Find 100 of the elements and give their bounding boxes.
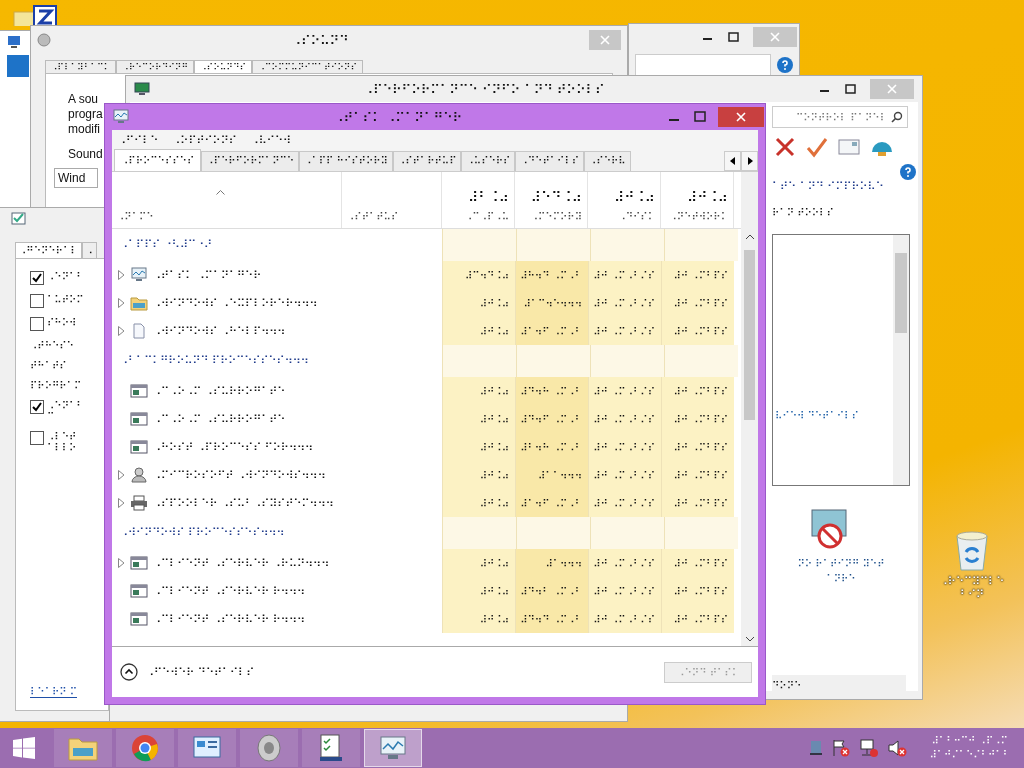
icon-caption[interactable]: ⠁⠝⠗⠑ xyxy=(826,573,856,584)
checkmark-icon xyxy=(31,401,43,413)
table-cell: ⠼⠁⠁⠲⠲⠲ xyxy=(538,469,582,481)
table-cell: ⠼⠚ ⠠⠍⠃⠏⠎ xyxy=(673,269,728,281)
help-icon[interactable] xyxy=(900,164,916,180)
column-total: ⠼⠑⠙⠨⠴ xyxy=(530,189,582,205)
tab[interactable]: ⠠⠏⠑⠗⠋⠕⠗⠍⠁⠝⠉⠑ xyxy=(201,151,300,171)
column-header[interactable]: ⠠⠍⠑⠍⠕⠗⠽ xyxy=(530,211,582,222)
scrollbar-thumb[interactable] xyxy=(744,250,755,420)
scroll-up-icon[interactable] xyxy=(744,234,755,240)
tab[interactable]: ⠠⠎⠞⠁⠗⠞⠥⠏ xyxy=(392,151,462,171)
expand-arrow-icon[interactable] xyxy=(118,270,125,280)
fewer-details-toggle[interactable]: ⠠⠋⠑⠺⠑⠗ ⠙⠑⠞⠁⠊⠇⠎ xyxy=(120,663,255,681)
column-header[interactable]: ⠠⠙⠊⠎⠅ xyxy=(618,211,655,222)
checkbox[interactable] xyxy=(30,400,44,414)
column-header[interactable]: ⠠⠉⠠⠏⠠⠥ xyxy=(465,211,509,222)
process-name[interactable]: ⠠⠎⠏⠕⠕⠇⠑⠗ ⠠⠎⠥⠃⠠⠎⠽⠎⠞⠑⠍⠲⠲⠲ xyxy=(153,496,334,510)
table-cell: ⠼⠚ ⠠⠍⠠⠃⠌⠎ xyxy=(593,613,655,625)
scrollbar[interactable] xyxy=(741,172,758,646)
expand-arrow-icon[interactable] xyxy=(118,558,125,568)
cross-icon[interactable] xyxy=(774,136,796,158)
table-cell: ⠼⠚ ⠠⠍⠠⠃⠌⠎ xyxy=(593,441,655,453)
scrollbar-thumb[interactable] xyxy=(895,253,907,333)
checkbox[interactable] xyxy=(30,294,44,308)
checkmark-icon[interactable] xyxy=(806,136,828,158)
checkbox-label: ⠠⠇⠑⠞ ⠁⠇⠇⠕ xyxy=(47,431,78,453)
close-button[interactable] xyxy=(718,107,764,127)
process-name[interactable]: ⠠⠺⠊⠝⠙⠕⠺⠎ ⠠⠓⠑⠇⠏⠲⠲⠲ xyxy=(153,324,286,338)
process-name[interactable]: ⠠⠉⠠⠕⠠⠍ ⠠⠎⠥⠗⠗⠕⠛⠁⠞⠑ xyxy=(153,384,286,398)
scrollbar[interactable] xyxy=(893,235,909,485)
link[interactable]: ⠧⠊⠑⠺ ⠙⠑⠞⠁⠊⠇⠎ xyxy=(775,410,859,421)
dropdown-field[interactable]: Wind xyxy=(54,168,98,188)
expand-arrow-icon[interactable] xyxy=(118,470,125,480)
scroll-left-button[interactable] xyxy=(724,151,741,171)
application-window-icon xyxy=(130,611,148,627)
process-name[interactable]: ⠠⠞⠁⠎⠅ ⠠⠍⠁⠝⠁⠛⠑⠗ xyxy=(153,268,262,282)
table-cell: ⠼⠚ ⠠⠍⠠⠃⠌⠎ xyxy=(593,297,655,309)
checkbox[interactable] xyxy=(30,431,44,445)
flag-error-icon[interactable] xyxy=(831,738,852,758)
menu-item[interactable]: ⠠⠕⠏⠞⠊⠕⠝⠎ xyxy=(172,134,237,147)
application-window-icon xyxy=(130,555,148,571)
application-window-icon xyxy=(130,411,148,427)
checkbox[interactable] xyxy=(30,317,44,331)
link[interactable]: ⠇⠑⠁⠗⠝ ⠍ xyxy=(30,686,78,698)
process-name[interactable]: ⠠⠉⠠⠕⠠⠍ ⠠⠎⠥⠗⠗⠕⠛⠁⠞⠑ xyxy=(153,412,286,426)
taskbar-button[interactable] xyxy=(178,729,236,767)
tab[interactable]: ⠠⠥⠎⠑⠗⠎ xyxy=(461,151,516,171)
taskbar-button[interactable] xyxy=(364,729,422,767)
chart-monitor-icon xyxy=(378,734,408,762)
scroll-down-icon[interactable] xyxy=(744,636,755,642)
expand-arrow-icon[interactable] xyxy=(118,298,125,308)
description-text: ⠗⠁⠝ ⠞⠕⠕⠇⠎ xyxy=(772,207,834,218)
column-header[interactable]: ⠠⠝⠑⠞⠺⠕⠗⠅ xyxy=(669,211,728,222)
table-cell: ⠼⠃⠲⠓ ⠠⠍⠠⠃ xyxy=(520,441,582,453)
tab[interactable]: ⠠⠛⠑⠝⠑⠗⠁⠇ xyxy=(15,242,82,258)
expand-arrow-icon[interactable] xyxy=(118,498,125,508)
process-name[interactable]: ⠠⠓⠕⠎⠞ ⠠⠏⠗⠕⠉⠑⠎⠎ ⠋⠕⠗⠲⠲⠲ xyxy=(153,440,314,454)
maximize-icon[interactable] xyxy=(844,84,858,94)
table-cell: ⠼⠚ ⠠⠍⠠⠃⠌⠎ xyxy=(593,557,655,569)
process-name[interactable]: ⠠⠉⠇⠊⠑⠝⠞ ⠠⠎⠑⠗⠧⠑⠗ ⠗⠲⠲⠲ xyxy=(153,612,305,626)
maximize-icon[interactable] xyxy=(727,32,741,42)
search-field[interactable]: ⠉⠕⠝⠞⠗⠕⠇ ⠏⠁⠝⠑⠇ xyxy=(772,106,908,128)
clock-time[interactable]: ⠼⠁⠃⠒⠉⠚ ⠠⠏⠠⠍ xyxy=(931,734,1008,748)
window-title: ⠠⠎⠕⠥⠝⠙ xyxy=(290,32,350,48)
icon-caption[interactable]: ⠝⠕ ⠗⠁⠞⠊⠝⠛ ⠽⠑⠞ xyxy=(797,558,885,569)
help-icon[interactable] xyxy=(777,57,793,73)
windows-logo-icon[interactable] xyxy=(12,736,36,760)
scroll-right-button[interactable] xyxy=(741,151,758,171)
table-cell: ⠼⠚ ⠠⠍⠃⠏⠎ xyxy=(673,297,728,309)
column-header[interactable]: ⠠⠎⠞⠁⠞⠥⠎ xyxy=(347,211,436,222)
process-name[interactable]: ⠠⠺⠊⠝⠙⠕⠺⠎ ⠠⠑⠭⠏⠇⠕⠗⠑⠗⠲⠲⠲ xyxy=(153,296,318,310)
column-header[interactable]: ⠠⠝⠁⠍⠑ xyxy=(117,211,336,222)
checkmark-icon xyxy=(31,272,43,284)
process-name[interactable]: ⠠⠍⠊⠉⠗⠕⠎⠕⠋⠞ ⠠⠺⠊⠝⠙⠕⠺⠎⠲⠲⠲ xyxy=(153,468,326,482)
tab[interactable]: ⠠⠎⠑⠗⠧ xyxy=(584,151,631,171)
menu-item[interactable]: ⠠⠧⠊⠑⠺ xyxy=(250,134,292,147)
dropdown-field[interactable] xyxy=(635,54,771,76)
envelope-icon[interactable] xyxy=(838,139,860,155)
user-computer-icon xyxy=(130,467,148,483)
checkbox[interactable] xyxy=(30,271,44,285)
tab[interactable]: ⠠⠙⠑⠞⠁⠊⠇⠎ xyxy=(515,151,585,171)
clock-date[interactable]: ⠼⠁⠚⠌⠁⠑⠌⠃⠚⠁⠃ xyxy=(929,748,1010,762)
window-title: ⠠⠞⠁⠎⠅ ⠠⠍⠁⠝⠁⠛⠑⠗ xyxy=(333,109,463,125)
tab[interactable]: ⠠⠏⠗⠕⠉⠑⠎⠎⠑⠎ xyxy=(114,149,202,171)
process-name[interactable]: ⠠⠉⠇⠊⠑⠝⠞ ⠠⠎⠑⠗⠧⠑⠗ ⠠⠗⠥⠝⠲⠲⠲ xyxy=(153,556,330,570)
desktop-icon[interactable] xyxy=(809,739,824,757)
tab[interactable]: ⠠⠉⠕⠍⠍⠥⠝⠊⠉⠁⠞⠊⠕⠝⠎ xyxy=(252,60,364,73)
expand-arrow-icon[interactable] xyxy=(118,326,125,336)
process-name[interactable]: ⠠⠉⠇⠊⠑⠝⠞ ⠠⠎⠑⠗⠧⠑⠗ ⠗⠲⠲⠲ xyxy=(153,584,305,598)
tab[interactable]: ⠠⠎⠕⠥⠝⠙⠎ xyxy=(194,60,253,73)
table-cell: ⠼⠚ ⠠⠍⠃⠏⠎ xyxy=(673,413,728,425)
tab[interactable]: ⠠⠁⠏⠏ ⠓⠊⠎⠞⠕⠗⠽ xyxy=(299,151,393,171)
network-error-icon[interactable] xyxy=(859,738,880,758)
application-window-icon xyxy=(130,439,148,455)
speaker-muted-icon[interactable] xyxy=(887,738,908,758)
table-cell: ⠼⠚ ⠠⠍⠃⠏⠎ xyxy=(673,613,728,625)
menu-item[interactable]: ⠠⠋⠊⠇⠑ xyxy=(118,134,159,147)
tab[interactable]: ⠠⠏⠇⠁⠽⠃⠁⠉⠅ xyxy=(45,60,117,73)
taskbar-button[interactable] xyxy=(302,729,360,767)
tab[interactable]: ⠠⠗⠑⠉⠕⠗⠙⠊⠝⠛ xyxy=(116,60,195,73)
